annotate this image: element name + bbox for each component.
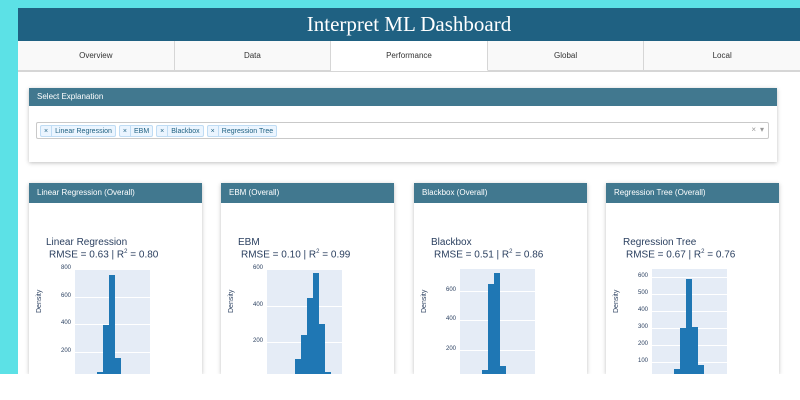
chart-metrics: RMSE = 0.51 | R2 = 0.86 <box>434 249 544 261</box>
chart-metrics: RMSE = 0.63 | R2 = 0.80 <box>49 249 159 261</box>
chart-title: Regression Tree <box>623 237 697 248</box>
y-tick-label: 600 <box>252 265 263 271</box>
card-header: Blackbox (Overall) <box>414 183 587 203</box>
select-explanation-panel: Select Explanation × Linear Regression ×… <box>29 88 777 162</box>
y-tick-label: 200 <box>60 347 71 354</box>
y-tick-label: 200 <box>445 345 456 352</box>
y-tick-label: 500 <box>637 290 648 297</box>
y-tick-label: 100 <box>637 358 648 365</box>
y-axis-label: Density <box>613 289 620 313</box>
page-title: Interpret ML Dashboard <box>18 8 800 41</box>
clear-all-icon[interactable]: × <box>751 125 756 134</box>
histogram-bar[interactable] <box>692 326 698 374</box>
histogram-bar[interactable] <box>301 335 307 374</box>
tab-overview[interactable]: Overview <box>18 41 175 71</box>
histogram-bar[interactable] <box>319 324 325 374</box>
histogram-bar[interactable] <box>500 365 506 374</box>
chart-metrics: RMSE = 0.67 | R2 = 0.76 <box>626 249 736 261</box>
y-tick-label: 600 <box>637 273 648 280</box>
y-tick-label: 600 <box>445 287 456 293</box>
y-tick-label: 200 <box>637 341 648 348</box>
gridline <box>267 305 342 307</box>
rmse-text: RMSE = 0.51 <box>434 249 494 261</box>
r2-value: 0.80 <box>138 249 159 261</box>
rmse-text: RMSE = 0.63 <box>49 249 109 261</box>
histogram-plot[interactable] <box>267 269 342 374</box>
y-tick-label: 400 <box>252 301 263 308</box>
select-explanation-title: Select Explanation <box>29 88 777 106</box>
y-tick-label: 200 <box>252 338 263 345</box>
y-tick-label: 400 <box>445 316 456 323</box>
histogram-bar[interactable] <box>698 365 704 374</box>
explanation-multiselect[interactable]: × Linear Regression × EBM × Blackbox × R… <box>36 122 769 139</box>
histogram-plot[interactable] <box>460 269 535 374</box>
tab-data[interactable]: Data <box>174 41 332 71</box>
r2-value: 0.76 <box>715 249 736 261</box>
chart-title: EBM <box>238 237 260 248</box>
chip-label: EBM <box>134 127 150 135</box>
chip-label: Linear Regression <box>55 127 112 135</box>
chip-blackbox[interactable]: × Blackbox <box>156 125 204 137</box>
histogram-bar[interactable] <box>686 279 692 374</box>
r2-value: 0.86 <box>523 249 544 261</box>
remove-chip-icon[interactable]: × <box>44 125 53 137</box>
card-linear-regression: Linear Regression (Overall) Linear Regre… <box>29 183 202 374</box>
histogram-bar[interactable] <box>680 328 686 374</box>
card-header: Linear Regression (Overall) <box>29 183 202 203</box>
card-ebm: EBM (Overall) EBM RMSE = 0.10 | R2 = 0.9… <box>221 183 394 374</box>
chip-regression-tree[interactable]: × Regression Tree <box>206 125 278 137</box>
histogram-plot[interactable] <box>75 269 150 374</box>
chip-label: Blackbox <box>171 127 200 135</box>
y-axis-label: Density <box>421 289 428 313</box>
rmse-text: RMSE = 0.10 <box>241 249 301 261</box>
y-tick-label: 400 <box>637 307 648 314</box>
remove-chip-icon[interactable]: × <box>160 125 169 137</box>
chip-linear-regression[interactable]: × Linear Regression <box>40 125 116 137</box>
chart-metrics: RMSE = 0.10 | R2 = 0.99 <box>241 249 351 261</box>
chevron-down-icon[interactable]: ▾ <box>760 125 764 134</box>
y-tick-label: 300 <box>637 324 648 331</box>
rmse-text: RMSE = 0.67 <box>626 249 686 261</box>
histogram-bar[interactable] <box>109 274 115 374</box>
chart-title: Blackbox <box>431 237 472 248</box>
histogram-bar[interactable] <box>494 273 500 374</box>
tab-bar: Overview Data Performance Global Local <box>18 41 800 72</box>
tab-performance[interactable]: Performance <box>331 41 488 71</box>
tab-global[interactable]: Global <box>487 41 645 71</box>
histogram-bar[interactable] <box>313 272 319 374</box>
histogram-bar[interactable] <box>307 298 313 374</box>
card-blackbox: Blackbox (Overall) Blackbox RMSE = 0.51 … <box>414 183 587 374</box>
card-header: EBM (Overall) <box>221 183 394 203</box>
y-axis-label: Density <box>36 289 43 313</box>
histogram-bar[interactable] <box>488 283 494 374</box>
multiselect-controls: × ▾ <box>751 125 764 134</box>
bottom-margin <box>0 374 800 400</box>
y-tick-label: 800 <box>60 265 71 271</box>
histogram-bar[interactable] <box>103 325 109 374</box>
y-tick-label: 400 <box>60 320 71 326</box>
gridline <box>267 269 342 270</box>
card-regression-tree: Regression Tree (Overall) Regression Tre… <box>606 183 779 374</box>
histogram-plot[interactable] <box>652 269 727 374</box>
r2-value: 0.99 <box>330 249 351 261</box>
selected-chips: × Linear Regression × EBM × Blackbox × R… <box>40 125 278 137</box>
card-header: Regression Tree (Overall) <box>606 183 779 203</box>
remove-chip-icon[interactable]: × <box>211 125 219 137</box>
chip-label: Regression Tree <box>221 127 274 135</box>
chart-title: Linear Regression <box>46 237 128 248</box>
gridline <box>75 269 150 270</box>
y-axis-label: Density <box>228 289 235 313</box>
dashboard-app: Interpret ML Dashboard Overview Data Per… <box>18 8 800 374</box>
histogram-bar[interactable] <box>115 358 121 374</box>
tab-local[interactable]: Local <box>644 41 800 71</box>
remove-chip-icon[interactable]: × <box>123 125 131 137</box>
chip-ebm[interactable]: × EBM <box>118 125 154 137</box>
y-tick-label: 600 <box>60 292 71 299</box>
histogram-bar[interactable] <box>295 358 301 374</box>
